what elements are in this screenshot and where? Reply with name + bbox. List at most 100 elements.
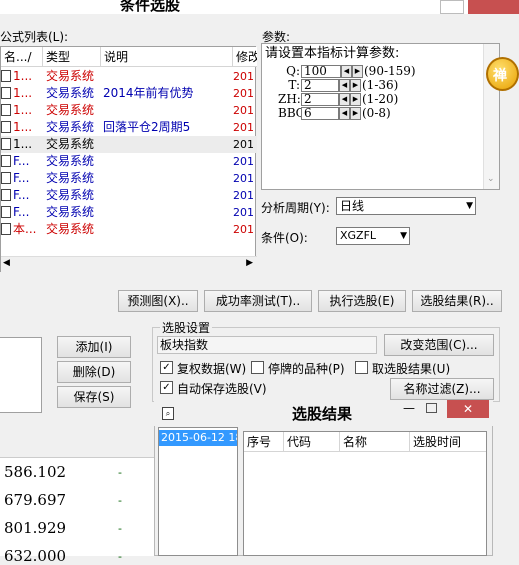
formula-icon — [1, 223, 11, 235]
col-modified[interactable]: 修改 — [233, 47, 257, 67]
formula-row[interactable]: 1... 交易系统 2014年前有优势 201 — [1, 85, 257, 102]
spin-right-icon[interactable]: ▶ — [350, 106, 361, 120]
quote-value: 632.000 — [4, 547, 67, 565]
formula-icon — [1, 155, 11, 167]
maximize-icon[interactable] — [426, 403, 437, 413]
param-input[interactable]: 6 — [301, 106, 339, 120]
formula-desc — [101, 204, 233, 221]
preview-button[interactable]: 预测图(X).. — [118, 290, 198, 312]
col-stock-name[interactable]: 名称 — [340, 432, 410, 451]
condition-select[interactable]: XGZFL ▼ — [336, 227, 410, 245]
quote-change: - — [118, 522, 122, 535]
chevron-down-icon: ▼ — [400, 231, 407, 241]
col-name[interactable]: 名.../ — [1, 47, 43, 67]
formula-name: 1... — [13, 69, 33, 83]
quote-value: 586.102 — [4, 463, 67, 481]
param-input[interactable]: 2 — [301, 78, 339, 92]
formula-row[interactable]: 1... 交易系统 回落平仓2周期5 201 — [1, 119, 257, 136]
close-button[interactable] — [468, 0, 519, 14]
formula-list[interactable]: 名.../ 类型 说明 修改 1... 交易系统 201 1... 交易系统 2014年前… — [0, 46, 257, 272]
quote-value: 801.929 — [4, 519, 67, 537]
formula-row[interactable]: F... 交易系统 201 — [1, 204, 257, 221]
param-line: Q: 100 ◀ ▶ (90-159) — [278, 64, 416, 78]
scroll-down-icon[interactable]: ⌄ — [487, 174, 495, 184]
result-close-button[interactable]: ✕ — [447, 400, 489, 418]
formula-row[interactable]: F... 交易系统 201 — [1, 153, 257, 170]
param-name: T: — [288, 78, 300, 92]
success-test-button[interactable]: 成功率测试(T).. — [204, 290, 312, 312]
col-desc[interactable]: 说明 — [101, 47, 233, 67]
formula-type: 交易系统 — [46, 188, 95, 202]
app-badge-icon: 禅 — [486, 57, 519, 91]
formula-name: F... — [13, 205, 30, 219]
col-index[interactable]: 序号 — [244, 432, 284, 451]
spin-left-icon[interactable]: ◀ — [341, 64, 352, 78]
quote-value: 679.697 — [4, 491, 67, 509]
scroll-left-icon[interactable]: ◀ — [3, 258, 10, 268]
change-range-button[interactable]: 改变范围(C)... — [384, 334, 494, 356]
col-code[interactable]: 代码 — [284, 432, 340, 451]
quote-change: - — [118, 494, 122, 507]
period-value: 日线 — [340, 199, 365, 213]
result-grid[interactable]: 序号 代码 名称 选股时间 — [243, 431, 487, 556]
formula-modified: 201 — [233, 138, 254, 151]
result-date-item[interactable]: 2015-06-12 18 — [159, 430, 237, 446]
spin-right-icon[interactable]: ▶ — [350, 78, 361, 92]
restore-checkbox[interactable]: ✓ — [160, 361, 173, 374]
formula-modified: 201 — [233, 121, 254, 134]
spin-left-icon[interactable]: ◀ — [339, 92, 350, 106]
take-result-checkbox[interactable] — [355, 361, 368, 374]
param-input[interactable]: 100 — [301, 64, 341, 78]
scroll-right-icon[interactable]: ▶ — [246, 258, 253, 268]
execute-button[interactable]: 执行选股(E) — [318, 290, 406, 312]
formula-row[interactable]: F... 交易系统 201 — [1, 170, 257, 187]
params-heading: 请设置本指标计算参数: — [265, 46, 400, 61]
formula-type: 交易系统 — [46, 137, 95, 151]
result-date-list[interactable]: 2015-06-12 18 — [158, 427, 238, 556]
formula-desc — [101, 153, 233, 170]
formula-name: 1... — [13, 137, 33, 151]
formula-icon — [1, 87, 11, 99]
formula-list-header: 名.../ 类型 说明 修改 — [1, 47, 257, 67]
formula-type: 交易系统 — [46, 205, 95, 219]
minimize-icon[interactable]: — — [403, 401, 415, 415]
spin-right-icon[interactable]: ▶ — [350, 92, 361, 106]
formula-row[interactable]: 1... 交易系统 201 — [1, 68, 257, 85]
formula-desc: 回落平仓2周期5 — [103, 120, 191, 134]
name-filter-button[interactable]: 名称过滤(Z)... — [390, 378, 494, 400]
spin-right-icon[interactable]: ▶ — [352, 64, 363, 78]
quote-change: - — [118, 466, 122, 479]
quote-change: - — [118, 550, 122, 563]
delete-button[interactable]: 删除(D) — [57, 361, 131, 383]
param-range: (1-36) — [362, 78, 399, 92]
take-result-label: 取选股结果(U) — [372, 362, 451, 376]
condition-label: 条件(O): — [261, 231, 308, 245]
param-input[interactable]: 2 — [301, 92, 339, 106]
suspended-label: 停牌的品种(P) — [268, 362, 345, 376]
horizontal-scrollbar[interactable]: ◀ ▶ — [1, 256, 257, 272]
spin-left-icon[interactable]: ◀ — [339, 106, 350, 120]
formula-modified: 201 — [233, 87, 254, 100]
formula-row[interactable]: 本... 交易系统 201 — [1, 221, 257, 238]
formula-row[interactable]: F... 交易系统 201 — [1, 187, 257, 204]
maximize-button[interactable] — [440, 0, 464, 14]
col-type[interactable]: 类型 — [43, 47, 101, 67]
result-grid-header: 序号 代码 名称 选股时间 — [244, 432, 486, 452]
period-select[interactable]: 日线 ▼ — [336, 197, 476, 215]
col-pick-time[interactable]: 选股时间 — [410, 432, 486, 451]
formula-modified: 201 — [233, 223, 254, 236]
result-button[interactable]: 选股结果(R).. — [412, 290, 502, 312]
autosave-checkbox[interactable]: ✓ — [160, 381, 173, 394]
save-button[interactable]: 保存(S) — [57, 386, 131, 408]
formula-row[interactable]: 1... 交易系统 201 — [1, 136, 257, 153]
formula-name: 1... — [13, 86, 33, 100]
param-name: Q: — [286, 64, 300, 78]
add-button[interactable]: 添加(I) — [57, 336, 131, 358]
formula-modified: 201 — [233, 104, 254, 117]
block-list[interactable] — [0, 337, 42, 413]
formula-row[interactable]: 1... 交易系统 201 — [1, 102, 257, 119]
suspended-checkbox[interactable] — [251, 361, 264, 374]
spin-left-icon[interactable]: ◀ — [339, 78, 350, 92]
param-range: (90-159) — [364, 64, 416, 78]
param-line: ZH: 2 ◀ ▶ (1-20) — [278, 92, 398, 106]
